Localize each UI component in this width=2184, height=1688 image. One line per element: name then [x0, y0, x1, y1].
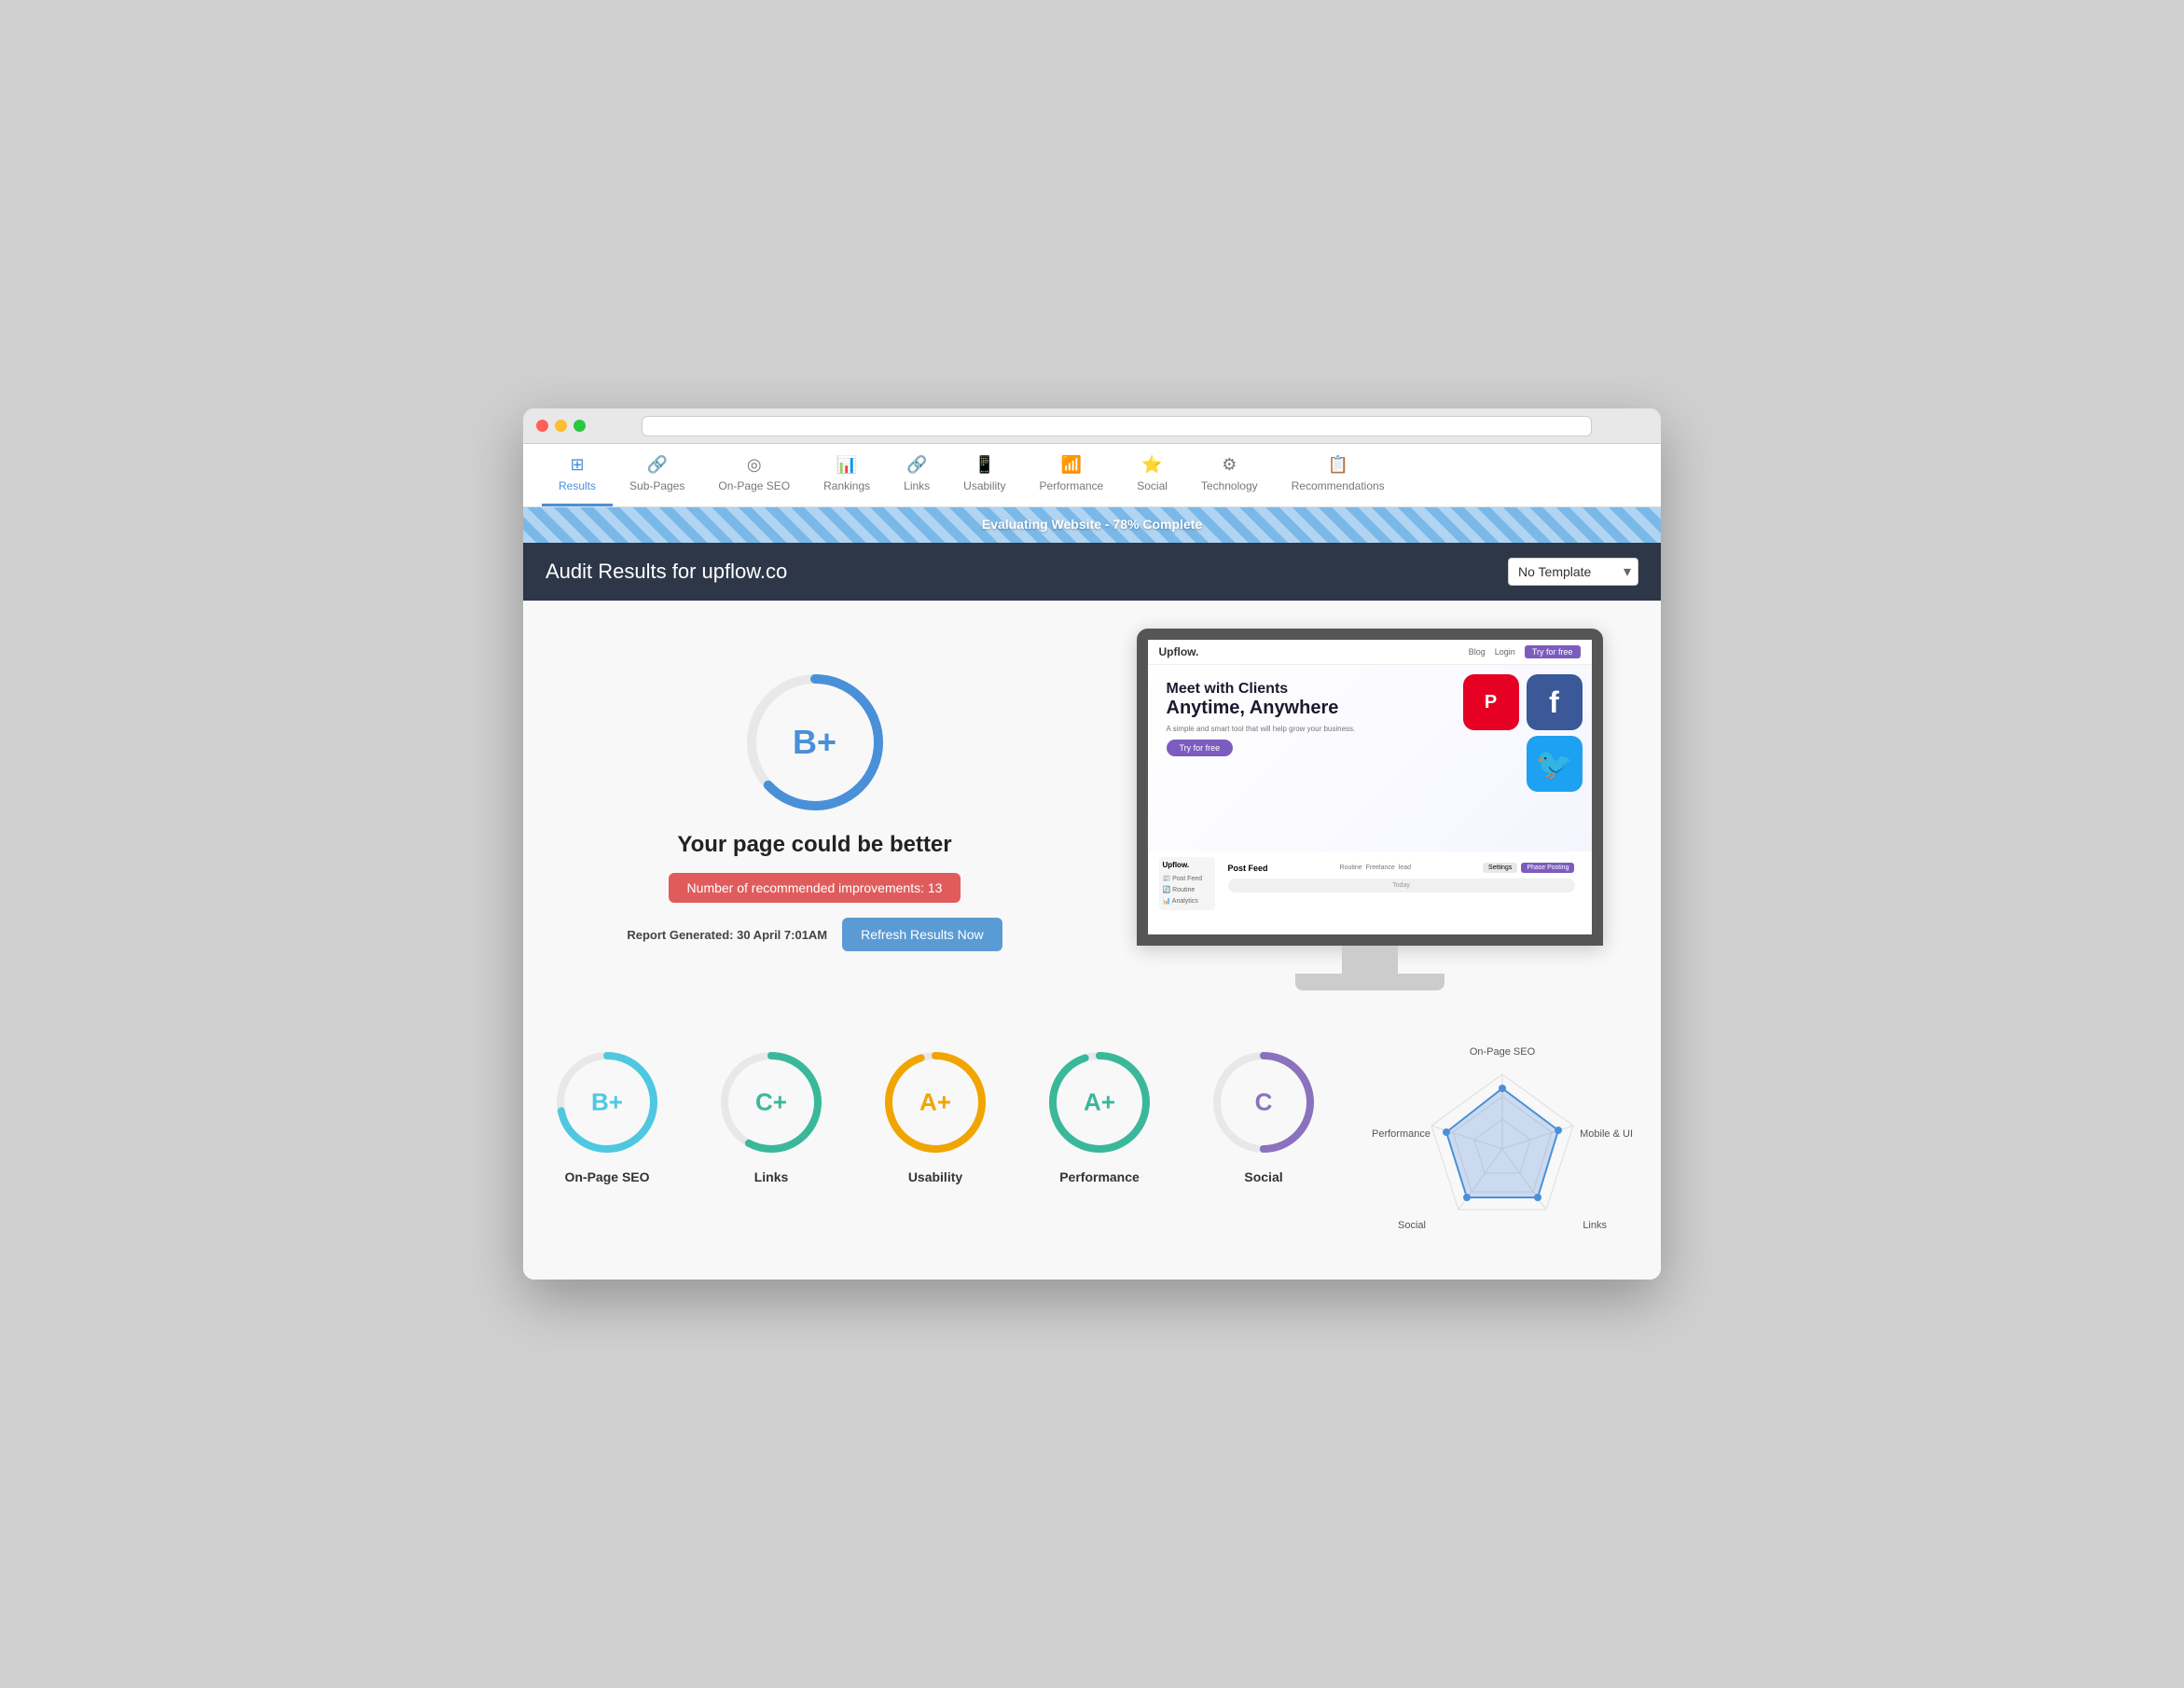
scores-row: B+ On-Page SEO C+ Links: [551, 1046, 1633, 1252]
report-row: Report Generated: 30 April 7:01AM Refres…: [627, 918, 1002, 951]
tab-routine: Routine: [1340, 865, 1362, 871]
audit-header: Audit Results for upflow.co No Template …: [523, 543, 1661, 601]
circle-social: C: [1208, 1046, 1320, 1158]
tab-rankings[interactable]: 📊 Rankings: [807, 444, 887, 506]
audit-title: Audit Results for upflow.co: [546, 560, 787, 584]
address-bar[interactable]: [642, 416, 1592, 436]
social-icon: ⭐: [1141, 455, 1162, 475]
tab-lead: lead: [1399, 865, 1411, 871]
usability-icon: 📱: [975, 455, 995, 475]
hero-cta-button[interactable]: Try for free: [1167, 740, 1234, 756]
tab-subpages[interactable]: 🔗 Sub-Pages: [613, 444, 701, 506]
post-feed-header: Post Feed Routine Freelance lead Setting…: [1228, 863, 1575, 873]
recommendations-icon: 📋: [1327, 455, 1348, 475]
tab-results[interactable]: ⊞ Results: [542, 444, 613, 506]
grade-message: Your page could be better: [677, 832, 951, 858]
scores-section: B+ On-Page SEO C+ Links: [523, 1018, 1661, 1280]
progress-bar: Evaluating Website - 78% Complete: [523, 507, 1661, 543]
template-select[interactable]: No Template E-commerce Blog Corporate: [1508, 558, 1638, 586]
right-panel: Upflow. Blog Login Try for free Meet wit…: [1106, 629, 1633, 990]
radar-label-links: Links: [1583, 1220, 1607, 1231]
upflow-nav: Upflow. Blog Login Try for free: [1148, 640, 1592, 665]
circle-usability: A+: [879, 1046, 991, 1158]
tab-usability[interactable]: 📱 Usability: [947, 444, 1022, 506]
score-usability: A+ Usability: [879, 1046, 991, 1184]
links-icon: 🔗: [906, 455, 927, 475]
template-select-wrapper: No Template E-commerce Blog Corporate: [1508, 558, 1638, 586]
monitor: Upflow. Blog Login Try for free Meet wit…: [1137, 629, 1603, 990]
tab-social[interactable]: ⭐ Social: [1120, 444, 1184, 506]
report-generated: Report Generated: 30 April 7:01AM: [627, 928, 827, 942]
radar-label-social: Social: [1398, 1220, 1426, 1231]
score-links: C+ Links: [715, 1046, 827, 1184]
post-feed-title: Post Feed: [1228, 864, 1268, 873]
radar-label-mobile: Mobile & UI: [1580, 1128, 1633, 1140]
upflow-logo: Upflow.: [1159, 645, 1199, 658]
post-feed-actions: Settings Phase Posting: [1483, 863, 1574, 873]
tab-performance[interactable]: 📶 Performance: [1023, 444, 1121, 506]
upflow-try-btn[interactable]: Try for free: [1525, 645, 1581, 658]
main-content: B+ Your page could be better Number of r…: [523, 601, 1661, 1018]
radar-label-onpage: On-Page SEO: [1470, 1046, 1535, 1058]
sidebar-logo: Upflow.: [1163, 861, 1211, 869]
score-onpage-seo: B+ On-Page SEO: [551, 1046, 663, 1184]
improvements-badge: Number of recommended improvements: 13: [669, 873, 961, 903]
maximize-button[interactable]: [574, 420, 586, 432]
traffic-lights: [536, 420, 586, 432]
radar-chart: On-Page SEO Mobile & UI Links Social Per…: [1372, 1046, 1633, 1252]
sidebar-item-routine: 🔄 Routine: [1163, 884, 1211, 895]
monitor-neck: [1342, 946, 1398, 974]
subpages-icon: 🔗: [646, 455, 667, 475]
score-social: C Social: [1208, 1046, 1320, 1184]
upflow-nav-links: Blog Login Try for free: [1469, 645, 1581, 658]
tab-recommendations[interactable]: 📋 Recommendations: [1275, 444, 1402, 506]
facebook-icon: f: [1527, 674, 1583, 730]
phase-posting-btn[interactable]: Phase Posting: [1521, 863, 1574, 873]
onpage-seo-icon: ◎: [747, 455, 762, 475]
upflow-hero: Meet with Clients Anytime, Anywhere A si…: [1148, 665, 1592, 851]
tab-freelance: Freelance: [1366, 865, 1395, 871]
score-performance: A+ Performance: [1044, 1046, 1155, 1184]
close-button[interactable]: [536, 420, 548, 432]
rankings-icon: 📊: [836, 455, 857, 475]
circle-performance: A+: [1044, 1046, 1155, 1158]
nav-login: Login: [1495, 647, 1515, 657]
sidebar-item-postfeed: 📰 Post Feed: [1163, 873, 1211, 884]
screen-content: Upflow. Blog Login Try for free Meet wit…: [1148, 640, 1592, 934]
hero-icons: P f 🐦: [1463, 674, 1583, 792]
monitor-screen: Upflow. Blog Login Try for free Meet wit…: [1137, 629, 1603, 946]
twitter-icon: 🐦: [1527, 736, 1583, 792]
technology-icon: ⚙: [1222, 455, 1237, 475]
minimize-button[interactable]: [555, 420, 567, 432]
circle-onpage-seo: B+: [551, 1046, 663, 1158]
tab-technology[interactable]: ⚙ Technology: [1184, 444, 1275, 506]
browser-window: ⊞ Results 🔗 Sub-Pages ◎ On-Page SEO 📊 Ra…: [523, 408, 1661, 1280]
monitor-base: [1295, 974, 1444, 990]
radar-label-performance: Performance: [1372, 1128, 1431, 1140]
refresh-button[interactable]: Refresh Results Now: [842, 918, 1002, 951]
pinterest-icon: P: [1463, 674, 1519, 730]
settings-btn[interactable]: Settings: [1483, 863, 1517, 873]
performance-icon: 📶: [1061, 455, 1082, 475]
nav-blog: Blog: [1469, 647, 1486, 657]
main-grade-circle: B+: [740, 668, 890, 817]
upflow-bottom: Upflow. 📰 Post Feed 🔄 Routine 📊 Analytic…: [1148, 851, 1592, 916]
circle-links: C+: [715, 1046, 827, 1158]
results-icon: ⊞: [570, 455, 584, 475]
monitor-stand: [1137, 946, 1603, 990]
nav-tabs: ⊞ Results 🔗 Sub-Pages ◎ On-Page SEO 📊 Ra…: [523, 444, 1661, 507]
sidebar-item-analytics: 📊 Analytics: [1163, 895, 1211, 906]
today-bar: Today: [1228, 879, 1575, 892]
titlebar: [523, 408, 1661, 444]
left-panel: B+ Your page could be better Number of r…: [551, 629, 1078, 990]
post-feed-tabs: Routine Freelance lead: [1340, 865, 1412, 871]
sidebar-mini: Upflow. 📰 Post Feed 🔄 Routine 📊 Analytic…: [1159, 857, 1215, 910]
tab-onpage-seo[interactable]: ◎ On-Page SEO: [701, 444, 807, 506]
main-area-mini: Post Feed Routine Freelance lead Setting…: [1223, 857, 1581, 910]
tab-links[interactable]: 🔗 Links: [887, 444, 947, 506]
